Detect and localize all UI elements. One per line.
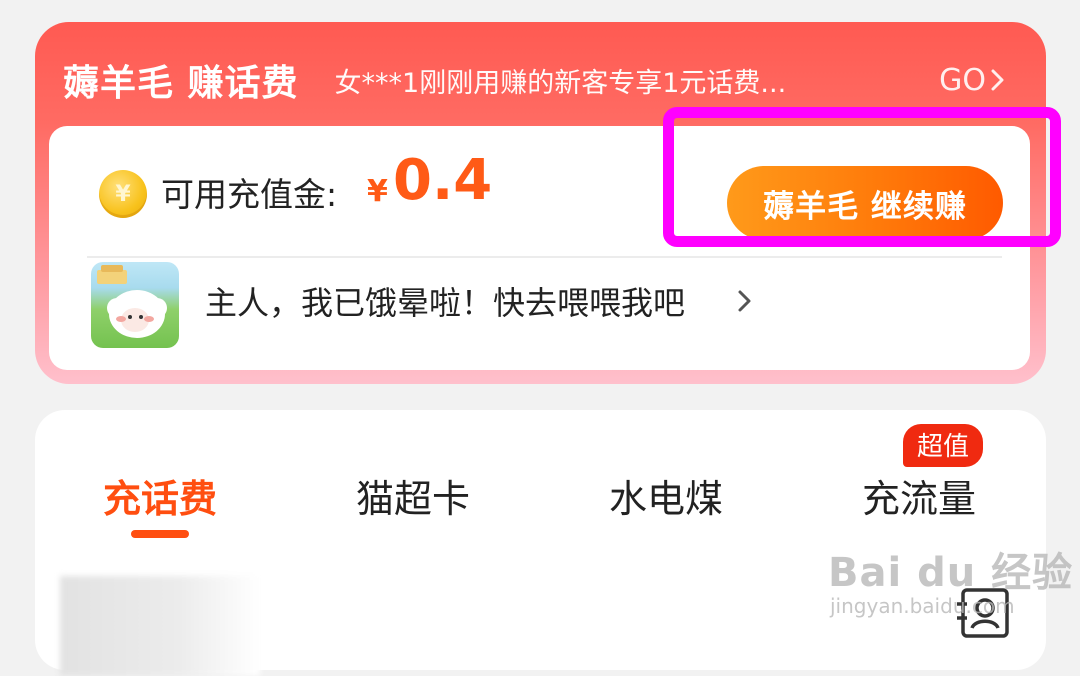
- watermark: Bai du 经验 jingyan.baidu.com: [828, 540, 1073, 618]
- promo-header: 薅羊毛 赚话费 女***1刚刚用赚的新客专享1元话费... GO: [63, 52, 1006, 108]
- promo-title: 薅羊毛 赚话费: [63, 63, 299, 104]
- active-tab-indicator: [131, 530, 189, 538]
- tab-utilities[interactable]: 水电煤: [566, 468, 766, 523]
- tab-phone-recharge[interactable]: 充话费: [60, 468, 260, 523]
- go-label: GO: [939, 62, 986, 98]
- phone-number-placeholder: [60, 576, 260, 676]
- sheep-game-icon[interactable]: [91, 262, 179, 348]
- chevron-right-icon[interactable]: [737, 289, 753, 313]
- highlight-annotation: [663, 107, 1061, 247]
- sheep-game-message[interactable]: 主人，我已饿晕啦！快去喂喂我吧: [205, 278, 685, 324]
- chevron-right-icon: [991, 69, 1004, 91]
- divider: [87, 256, 1002, 258]
- balance-label: 可用充值金:: [161, 175, 338, 214]
- watermark-brand: Bai du 经验: [828, 550, 1074, 596]
- flow-promo-badge: 超值: [903, 424, 984, 467]
- coin-icon: ¥: [99, 170, 147, 218]
- balance-value: 0.4: [393, 148, 493, 213]
- promo-ticker: 女***1刚刚用赚的新客专享1元话费...: [334, 67, 787, 99]
- balance-currency: ¥: [367, 174, 388, 209]
- go-button[interactable]: GO: [939, 63, 1006, 98]
- tab-tmall-card[interactable]: 猫超卡: [313, 468, 513, 523]
- tab-data-recharge[interactable]: 充流量: [819, 468, 1019, 523]
